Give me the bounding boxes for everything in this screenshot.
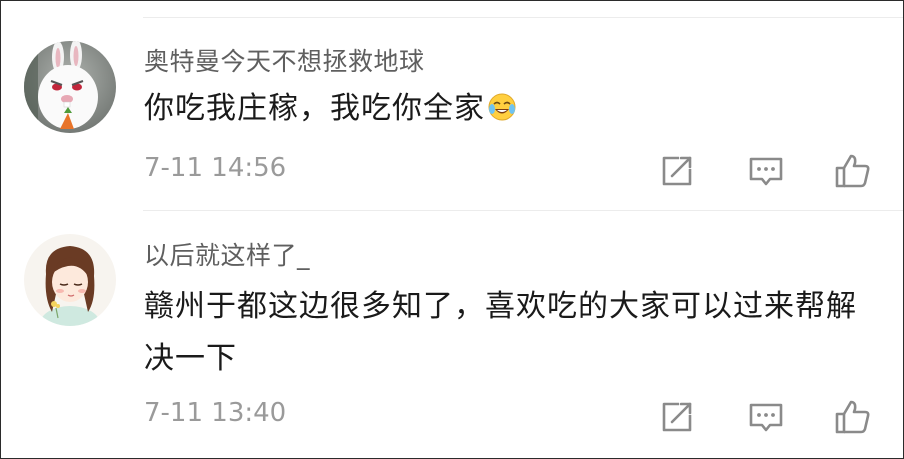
- comment-icon: [749, 157, 783, 186]
- reply-button[interactable]: [746, 151, 786, 191]
- share-button[interactable]: [657, 151, 697, 191]
- like-button[interactable]: [832, 151, 872, 191]
- timestamp: 7-11 13:40: [144, 398, 287, 428]
- comment-icon: [749, 403, 783, 432]
- thumbs-up-icon: [835, 154, 870, 188]
- avatar[interactable]: [24, 41, 116, 133]
- username[interactable]: 奥特曼今天不想拯救地球: [144, 42, 425, 78]
- comment-list: 奥特曼今天不想拯救地球 你吃我庄稼，我吃你全家 7-11 14:56 以后就这样…: [0, 0, 904, 459]
- timestamp: 7-11 14:56: [144, 153, 287, 183]
- share-icon: [662, 156, 692, 186]
- share-icon: [662, 402, 692, 432]
- comment-text: 你吃我庄稼，我吃你全家: [144, 83, 863, 139]
- share-button[interactable]: [657, 397, 697, 437]
- comment-item: 奥特曼今天不想拯救地球 你吃我庄稼，我吃你全家 7-11 14:56: [1, 31, 903, 211]
- white-rabbit-avatar-image: [24, 41, 116, 133]
- like-button[interactable]: [832, 397, 872, 437]
- laughing-crying-emoji-icon: [487, 87, 517, 139]
- divider: [143, 17, 903, 18]
- reply-button[interactable]: [746, 397, 786, 437]
- username[interactable]: 以后就这样了_: [144, 236, 310, 272]
- comment-text-body: 你吃我庄稼，我吃你全家: [144, 91, 485, 126]
- avatar[interactable]: [24, 234, 116, 326]
- thumbs-up-icon: [835, 400, 870, 434]
- cartoon-girl-avatar-image: [24, 234, 116, 326]
- comment-text: 赣州于都这边很多知了，喜欢吃的大家可以过来帮解决一下: [144, 289, 857, 376]
- comment-item: 以后就这样了_ 赣州于都这边很多知了，喜欢吃的大家可以过来帮解决一下 7-11 …: [1, 211, 903, 458]
